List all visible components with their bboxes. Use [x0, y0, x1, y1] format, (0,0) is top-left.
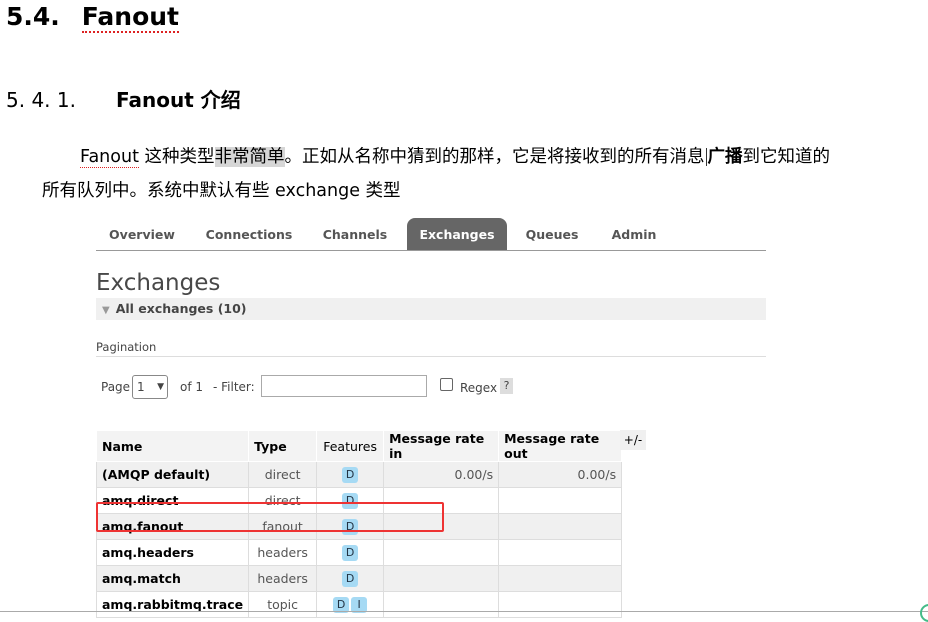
column-header-features[interactable]: Features — [316, 430, 385, 462]
feature-badge: D — [342, 545, 359, 561]
divider — [0, 611, 928, 612]
pagination-label: Pagination — [96, 340, 766, 357]
paragraph-line-1: Fanout 这种类型非常简单。正如从名称中猜到的那样，它是将接收到的所有消息广… — [42, 140, 922, 174]
bold-text: 广播 — [707, 147, 743, 167]
paragraph-line-2: 所有队列中。系统中默认有些 exchange 类型 — [42, 181, 401, 201]
intro-paragraph: Fanout 这种类型非常简单。正如从名称中猜到的那样，它是将接收到的所有消息广… — [42, 140, 922, 208]
message-rate-out — [498, 539, 623, 566]
exchange-type: headers — [248, 539, 318, 566]
subsection-heading: 5. 4. 1. Fanout 介绍 — [6, 84, 241, 113]
tab-queues[interactable]: Queues — [514, 218, 590, 250]
of-pages-label: of 1 — [180, 380, 204, 394]
message-rate-out — [498, 591, 623, 618]
message-rate-in — [383, 539, 500, 566]
exchange-features: D — [316, 461, 385, 488]
subsection-number: 5. 4. 1. — [6, 88, 76, 112]
tab-admin[interactable]: Admin — [598, 218, 670, 250]
exchange-name-link[interactable]: (AMQP default) — [95, 461, 250, 488]
exchange-features: D — [316, 565, 385, 592]
exchange-features: D — [316, 539, 385, 566]
table-row: amq.match headers D — [95, 565, 623, 592]
filter-bar: Page 1 ▼ of 1 - Filter: Regex ? — [96, 374, 556, 400]
all-exchanges-toggle[interactable]: ▼ All exchanges (10) — [96, 298, 766, 320]
section-heading: 5.4. Fanout — [6, 2, 180, 33]
message-rate-out — [498, 487, 623, 514]
table-row: amq.headers headers D — [95, 539, 623, 566]
text-run: 到它知道的 — [742, 147, 831, 167]
exchange-type: direct — [248, 461, 318, 488]
page-select[interactable]: 1 ▼ — [132, 375, 168, 399]
tab-exchanges[interactable]: Exchanges — [407, 218, 507, 250]
exchange-name-link[interactable]: amq.rabbitmq.trace — [95, 591, 250, 618]
page-label: Page — [101, 380, 131, 394]
text-run: 。正如从名称中猜到的那样，它是将接收到的所有消息 — [284, 147, 705, 167]
message-rate-out: 0.00/s — [498, 461, 623, 488]
text-cursor — [705, 148, 707, 166]
all-exchanges-label: All exchanges (10) — [115, 301, 247, 316]
highlighted-text: 非常简单 — [214, 147, 285, 167]
message-rate-in — [383, 591, 500, 618]
page-title: Exchanges — [96, 270, 221, 296]
message-rate-in: 0.00/s — [383, 461, 500, 488]
regex-label: Regex — [460, 381, 498, 395]
exchange-name-link[interactable]: amq.headers — [95, 539, 250, 566]
column-header-rate-in[interactable]: Message rate in — [383, 430, 500, 462]
highlight-box — [96, 502, 444, 532]
exchange-type: headers — [248, 565, 318, 592]
section-number: 5.4. — [6, 2, 60, 31]
tab-channels[interactable]: Channels — [312, 218, 398, 250]
exchange-name-link[interactable]: amq.match — [95, 565, 250, 592]
chevron-down-icon: ▼ — [157, 382, 164, 392]
feature-badge: D — [342, 571, 359, 587]
table-row: amq.rabbitmq.trace topic D I — [95, 591, 623, 618]
message-rate-in — [383, 565, 500, 592]
text-run: 这种类型 — [138, 147, 215, 167]
help-button[interactable]: ? — [500, 378, 513, 394]
column-header-type[interactable]: Type — [248, 430, 318, 462]
subsection-title: Fanout 介绍 — [116, 88, 241, 112]
regex-checkbox[interactable] — [440, 378, 453, 391]
column-header-name[interactable]: Name — [95, 430, 250, 462]
section-title: Fanout — [81, 2, 180, 33]
collapse-triangle-icon: ▼ — [102, 305, 110, 316]
corner-circle-icon — [920, 604, 928, 622]
column-header-rate-out[interactable]: Message rate out — [498, 430, 623, 462]
feature-badge: D — [342, 467, 359, 483]
message-rate-out — [498, 565, 623, 592]
filter-label: - Filter: — [213, 380, 255, 394]
fanout-word: Fanout — [80, 147, 139, 168]
columns-toggle-button[interactable]: +/- — [620, 430, 646, 450]
nav-tabs: Overview Connections Channels Exchanges … — [96, 218, 766, 251]
table-row: (AMQP default) direct D 0.00/s 0.00/s — [95, 461, 623, 488]
message-rate-out — [498, 513, 623, 540]
exchange-type: topic — [248, 591, 318, 618]
filter-input[interactable] — [261, 375, 427, 397]
tab-overview[interactable]: Overview — [96, 218, 188, 250]
page-select-value: 1 — [137, 380, 145, 394]
exchange-features: DI — [316, 591, 385, 618]
tab-connections[interactable]: Connections — [196, 218, 302, 250]
